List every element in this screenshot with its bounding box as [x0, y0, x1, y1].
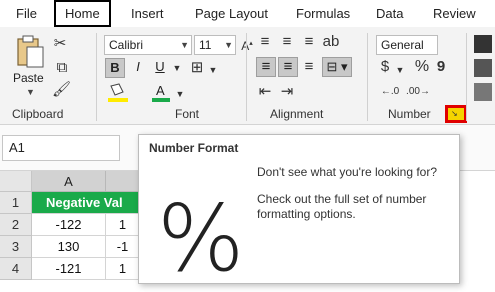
- tooltip-line-1: Don't see what you're looking for?: [257, 165, 438, 179]
- tab-formulas[interactable]: Formulas: [296, 0, 350, 27]
- font-color-icon[interactable]: A: [150, 82, 172, 104]
- chevron-down-icon: ▼: [224, 40, 233, 50]
- increase-font-icon[interactable]: A▴: [240, 35, 254, 55]
- paste-icon[interactable]: [14, 35, 46, 71]
- decrease-decimal-icon[interactable]: .00→: [406, 83, 430, 101]
- paste-button[interactable]: Paste: [13, 71, 44, 85]
- fill-color-icon[interactable]: [106, 82, 130, 104]
- underline-button[interactable]: U: [152, 58, 168, 78]
- bottom-align-icon[interactable]: ≡: [300, 33, 318, 51]
- borders-icon[interactable]: ⊞: [188, 59, 206, 77]
- group-divider: [466, 33, 467, 121]
- cut-icon[interactable]: ✂: [52, 35, 68, 53]
- cell-a1[interactable]: Negative Val: [32, 192, 140, 214]
- orientation-icon[interactable]: ab: [322, 33, 340, 51]
- chevron-down-icon[interactable]: ▼: [172, 59, 182, 77]
- cell-b3[interactable]: -1: [106, 236, 140, 258]
- italic-button[interactable]: I: [130, 58, 146, 78]
- group-divider: [246, 33, 247, 121]
- tab-file[interactable]: File: [16, 0, 37, 27]
- cell-a4[interactable]: -121: [32, 258, 106, 280]
- chevron-down-icon[interactable]: ▼: [395, 61, 405, 79]
- cell-styles-icon[interactable]: [474, 83, 492, 101]
- row-header-4[interactable]: 4: [0, 258, 32, 280]
- chevron-down-icon[interactable]: ▼: [175, 85, 185, 103]
- percent-button[interactable]: %: [413, 58, 431, 76]
- chevron-down-icon: ▼: [180, 40, 189, 50]
- conditional-format-icon[interactable]: [474, 35, 492, 53]
- comma-style-button[interactable]: 9: [434, 58, 448, 76]
- ribbon: Paste ▼ ✂ ⧉ 🖌 Clipboard Calibri ▼ 11 ▼ A…: [0, 27, 495, 125]
- increase-indent-icon[interactable]: ⇥: [278, 83, 296, 101]
- font-group-label: Font: [175, 107, 200, 121]
- cell-b4[interactable]: 1: [106, 258, 140, 280]
- alignment-group-label: Alignment: [270, 107, 324, 121]
- svg-text:A: A: [156, 83, 165, 98]
- cell-a3[interactable]: 130: [32, 236, 106, 258]
- align-left-icon[interactable]: ≡: [256, 57, 276, 77]
- tab-data[interactable]: Data: [376, 0, 403, 27]
- group-divider: [367, 33, 368, 121]
- copy-icon[interactable]: ⧉: [52, 59, 72, 77]
- paste-dropdown-icon[interactable]: ▼: [26, 87, 35, 97]
- ribbon-tab-bar: File Home Insert Page Layout Formulas Da…: [0, 0, 495, 27]
- dialog-launcher-icon: ↘: [451, 109, 458, 118]
- column-header-a[interactable]: A: [32, 171, 106, 192]
- font-name-select[interactable]: Calibri ▼: [104, 35, 192, 55]
- number-format-tooltip: Number Format % Don't see what you're lo…: [138, 134, 460, 292]
- tab-page-layout[interactable]: Page Layout: [195, 0, 268, 27]
- align-center-icon[interactable]: ≡: [278, 57, 298, 77]
- increase-decimal-icon[interactable]: ←.0: [378, 83, 402, 101]
- font-size-select[interactable]: 11 ▼: [194, 35, 236, 55]
- clipboard-group-label: Clipboard: [12, 107, 64, 121]
- number-format-value: General: [381, 38, 424, 52]
- row-header-2[interactable]: 2: [0, 214, 32, 236]
- number-format-launcher-button[interactable]: ↘: [445, 105, 467, 123]
- row-header-1[interactable]: 1: [0, 192, 32, 214]
- tooltip-title: Number Format: [149, 141, 239, 155]
- top-align-icon[interactable]: ≡: [256, 33, 274, 51]
- format-painter-icon[interactable]: 🖌: [52, 81, 71, 99]
- bold-button[interactable]: B: [105, 58, 125, 78]
- decrease-indent-icon[interactable]: ⇤: [256, 83, 274, 101]
- tooltip-line-2: Check out the full set of number formatt…: [257, 192, 427, 221]
- font-size-value: 11: [199, 38, 212, 52]
- merge-center-icon[interactable]: ⊟ ▾: [322, 57, 352, 77]
- select-all-corner[interactable]: [0, 171, 32, 192]
- cell-b2[interactable]: 1: [106, 214, 140, 236]
- group-divider: [96, 33, 97, 121]
- tab-review[interactable]: Review: [433, 0, 476, 27]
- percent-icon: %: [157, 185, 245, 292]
- number-format-select[interactable]: General: [376, 35, 438, 55]
- row-header-3[interactable]: 3: [0, 236, 32, 258]
- font-name-value: Calibri: [109, 38, 144, 52]
- chevron-down-icon[interactable]: ▼: [208, 61, 218, 79]
- tab-insert[interactable]: Insert: [131, 0, 164, 27]
- name-box[interactable]: A1: [2, 135, 120, 161]
- column-header-b[interactable]: [106, 171, 140, 192]
- align-right-icon[interactable]: ≡: [300, 58, 318, 76]
- currency-button[interactable]: $: [378, 58, 392, 76]
- format-table-icon[interactable]: [474, 59, 492, 77]
- tab-home[interactable]: Home: [54, 0, 111, 27]
- middle-align-icon[interactable]: ≡: [278, 33, 296, 51]
- cell-a2[interactable]: -122: [32, 214, 106, 236]
- number-group-label: Number: [388, 107, 431, 121]
